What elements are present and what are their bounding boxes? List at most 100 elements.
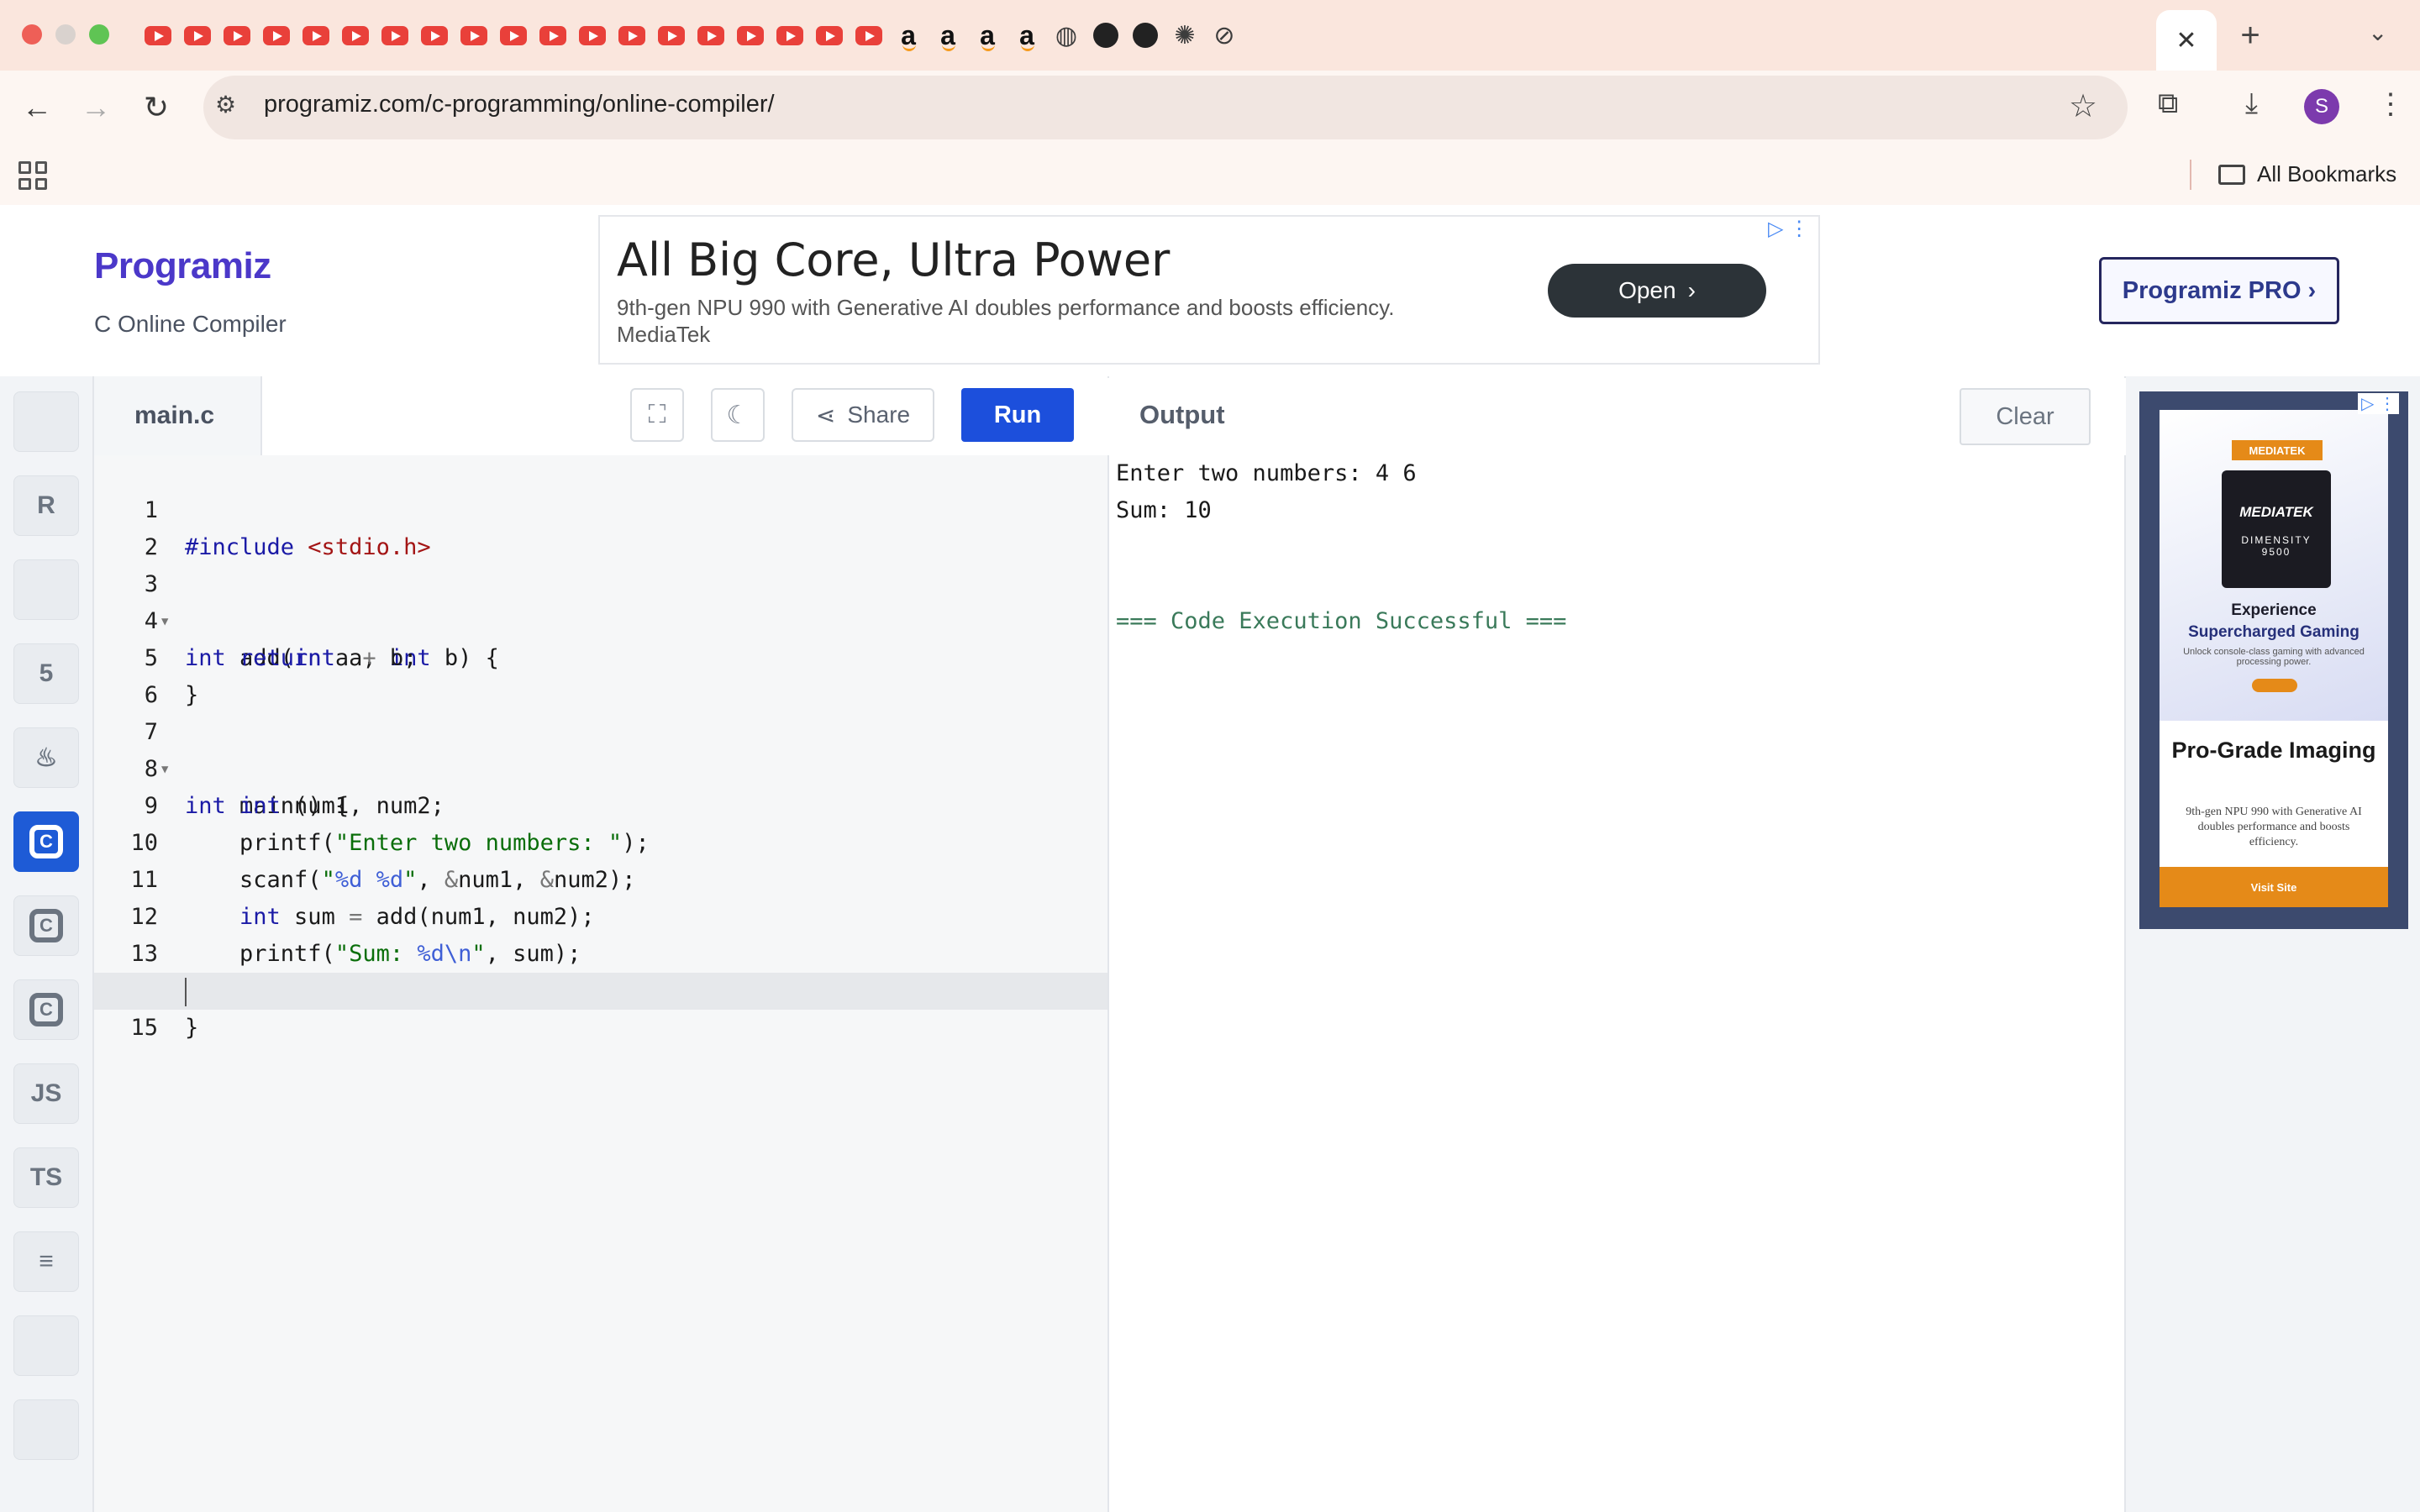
amazon-tab-icon[interactable]: a bbox=[933, 20, 963, 51]
clear-output-button[interactable]: Clear bbox=[1960, 388, 2091, 445]
code-line[interactable]: 1 #include <stdio.h> bbox=[94, 455, 1107, 560]
adchoices-icon[interactable]: ▷ ⋮ bbox=[1768, 217, 1809, 241]
rust-icon[interactable] bbox=[13, 1399, 79, 1460]
programiz-pro-button[interactable]: Programiz PRO › bbox=[2099, 257, 2339, 324]
run-button[interactable]: Run bbox=[961, 388, 1074, 442]
browser-menu-icon[interactable]: ⋮ bbox=[2376, 87, 2405, 121]
youtube-tab-icon[interactable] bbox=[498, 20, 529, 50]
side-ad-learn-more-button[interactable] bbox=[2252, 679, 2297, 692]
all-bookmarks-button[interactable]: All Bookmarks bbox=[2218, 161, 2396, 187]
youtube-tab-icon[interactable] bbox=[538, 20, 568, 50]
new-tab-button[interactable]: + bbox=[2232, 17, 2269, 54]
download-icon[interactable]: ⤓ bbox=[2245, 87, 2258, 120]
code-line[interactable]: 2 bbox=[94, 492, 1107, 560]
share-button[interactable]: ⋖ Share bbox=[792, 388, 934, 442]
code-line[interactable]: 9 printf("Enter two numbers: "); bbox=[94, 751, 1107, 856]
youtube-tab-icon[interactable] bbox=[459, 20, 489, 50]
youtube-tab-icon[interactable] bbox=[814, 20, 844, 50]
programiz-logo[interactable]: Programiz bbox=[94, 245, 271, 287]
text-cursor bbox=[185, 978, 187, 1006]
tab-search-chevron-icon[interactable]: ⌄ bbox=[2368, 18, 2387, 46]
swift-icon[interactable] bbox=[13, 1315, 79, 1376]
csharp-icon[interactable]: C bbox=[13, 979, 79, 1040]
youtube-tab-icon[interactable] bbox=[340, 20, 371, 50]
side-ad-headline-1: Experience bbox=[2231, 601, 2317, 619]
chip-image: MEDIATEK DIMENSITY 9500 bbox=[2222, 470, 2331, 588]
javascript-icon[interactable]: JS bbox=[13, 1063, 79, 1124]
forward-arrow-icon[interactable]: → bbox=[76, 87, 116, 128]
site-settings-icon[interactable]: ⚙ bbox=[215, 91, 236, 118]
youtube-tab-icon[interactable] bbox=[182, 20, 213, 50]
code-line[interactable]: 7 ▼ int main() { bbox=[94, 677, 1107, 819]
youtube-tab-icon[interactable] bbox=[419, 20, 450, 50]
globe-tab-icon[interactable]: ◍ bbox=[1051, 20, 1081, 50]
code-line[interactable]: 5 } bbox=[94, 603, 1107, 708]
code-line[interactable]: 4 return a + b; bbox=[94, 566, 1107, 671]
typescript-icon[interactable]: TS bbox=[13, 1147, 79, 1208]
youtube-tab-icon[interactable] bbox=[222, 20, 252, 50]
file-tab-main-c[interactable]: main.c bbox=[94, 376, 262, 455]
ad-advertiser: MediaTek bbox=[617, 322, 711, 347]
window-minimize-button[interactable] bbox=[55, 24, 76, 45]
code-line[interactable]: 3 ▼ int add(int a, int b) { bbox=[94, 529, 1107, 671]
openai-tab-icon[interactable]: ✺ bbox=[1170, 20, 1200, 50]
side-ad-headline-2: Supercharged Gaming bbox=[2188, 623, 2360, 641]
folder-icon bbox=[2218, 164, 2245, 185]
amazon-tab-icon[interactable]: a bbox=[1012, 20, 1042, 51]
github-tab-icon[interactable] bbox=[1130, 20, 1160, 50]
code-line[interactable]: 14 } bbox=[94, 936, 1107, 1041]
youtube-tab-icon[interactable] bbox=[380, 20, 410, 50]
r-icon[interactable]: R bbox=[13, 475, 79, 536]
youtube-tab-icon[interactable] bbox=[301, 20, 331, 50]
youtube-tab-icon[interactable] bbox=[696, 20, 726, 50]
amazon-tab-icon[interactable]: a bbox=[893, 20, 923, 51]
chip-brand: MEDIATEK bbox=[2239, 504, 2313, 520]
youtube-tab-icon[interactable] bbox=[656, 20, 687, 50]
chip-number: 9500 bbox=[2261, 546, 2291, 558]
fullscreen-icon[interactable]: ⛶ bbox=[630, 388, 684, 442]
window-close-button[interactable] bbox=[22, 24, 42, 45]
amazon-tab-icon[interactable]: a bbox=[972, 20, 1002, 51]
bookmark-star-icon[interactable]: ☆ bbox=[2069, 87, 2097, 125]
github-tab-icon[interactable] bbox=[1091, 20, 1121, 50]
side-ad-headline: Experience Supercharged Gaming bbox=[2160, 600, 2388, 643]
code-line[interactable]: 6 bbox=[94, 640, 1107, 708]
side-adchoices-icon[interactable]: ▷ ⋮ bbox=[2358, 393, 2399, 414]
extensions-puzzle-icon[interactable]: ⧉ bbox=[2158, 87, 2178, 120]
code-line-current[interactable]: 15 bbox=[94, 973, 1107, 1041]
code-line[interactable]: 8 int num1, num2; bbox=[94, 714, 1107, 819]
cpp-icon[interactable]: C bbox=[13, 895, 79, 956]
code-line[interactable]: 11 int sum = add(num1, num2); bbox=[94, 825, 1107, 930]
apps-grid-icon[interactable] bbox=[18, 161, 47, 190]
dark-mode-moon-icon[interactable]: ☾ bbox=[711, 388, 765, 442]
code-line[interactable]: 13 return 0; bbox=[94, 899, 1107, 1004]
youtube-tab-icon[interactable] bbox=[775, 20, 805, 50]
c-icon[interactable]: C bbox=[13, 811, 79, 872]
youtube-tab-icon[interactable] bbox=[261, 20, 292, 50]
profile-avatar[interactable]: S bbox=[2304, 89, 2339, 124]
url-text[interactable]: programiz.com/c-programming/online-compi… bbox=[264, 91, 775, 118]
window-zoom-button[interactable] bbox=[89, 24, 109, 45]
tool-tab-icon[interactable]: ⊘ bbox=[1209, 20, 1239, 50]
ad-description: 9th-gen NPU 990 with Generative AI doubl… bbox=[617, 294, 1507, 348]
youtube-tab-icon[interactable] bbox=[577, 20, 608, 50]
youtube-tab-icon[interactable] bbox=[735, 20, 765, 50]
ad-open-button[interactable]: Open › bbox=[1548, 264, 1766, 318]
all-bookmarks-label: All Bookmarks bbox=[2257, 161, 2397, 186]
html5-icon[interactable]: 5 bbox=[13, 643, 79, 704]
youtube-tab-icon[interactable] bbox=[143, 20, 173, 50]
reload-icon[interactable]: ↻ bbox=[136, 87, 176, 128]
ad-title[interactable]: All Big Core, Ultra Power bbox=[617, 234, 1170, 286]
database-icon[interactable] bbox=[13, 559, 79, 620]
youtube-tab-icon[interactable] bbox=[617, 20, 647, 50]
code-line[interactable]: 10 scanf("%d %d", &num1, &num2); bbox=[94, 788, 1107, 893]
active-tab-close-icon[interactable]: ✕ bbox=[2156, 10, 2217, 71]
side-ad-visit-button[interactable]: Visit Site bbox=[2160, 867, 2388, 907]
python-icon[interactable] bbox=[13, 391, 79, 452]
youtube-tab-icon[interactable] bbox=[854, 20, 884, 50]
sql-icon[interactable]: ≡ bbox=[13, 1231, 79, 1292]
java-icon[interactable]: ♨ bbox=[13, 727, 79, 788]
back-arrow-icon[interactable]: ← bbox=[17, 87, 57, 128]
code-line[interactable]: 12 printf("Sum: %d\n", sum); bbox=[94, 862, 1107, 967]
chevron-right-icon: › bbox=[1687, 277, 1696, 303]
